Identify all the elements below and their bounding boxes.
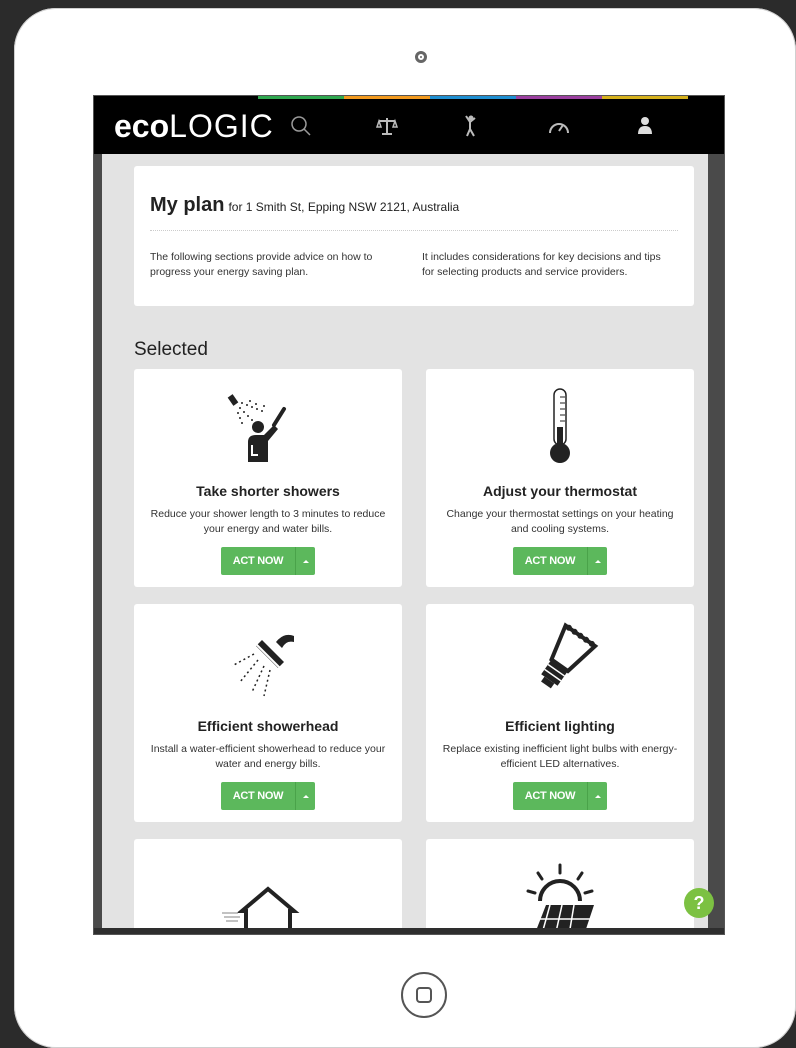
action-card: Efficient lighting Replace existing inef… [426,604,694,822]
logo-bold-text: eco [114,108,170,144]
act-now-button[interactable]: ACT NOW [221,782,295,810]
plan-description-left: The following sections provide advice on… [150,251,373,278]
card-description: Change your thermostat settings on your … [446,508,674,535]
screen-gutter-left [94,96,102,934]
nav-color-strip [602,96,688,99]
page-title: My plan for 1 Smith St, Epping NSW 2121, … [150,194,459,217]
shower-person-icon [218,387,318,467]
home-button[interactable] [401,972,447,1018]
plan-title: My plan [150,194,225,216]
nav-color-strip [258,96,344,99]
act-now-button[interactable]: ACT NOW [513,782,587,810]
dropdown-toggle-button[interactable] [587,782,607,810]
plan-address: for 1 Smith St, Epping NSW 2121, Austral… [228,200,460,214]
scales-icon[interactable] [372,112,402,140]
help-icon: ? [693,893,705,913]
action-card-partial [426,839,694,934]
user-icon[interactable] [630,112,660,140]
help-button[interactable]: ? [684,888,714,918]
screen-bottom-edge [94,928,724,934]
camera-icon [415,51,427,63]
act-now-button[interactable]: ACT NOW [513,547,587,575]
card-description: Install a water-efficient showerhead to … [150,743,386,770]
plan-content: My plan for 1 Smith St, Epping NSW 2121, … [134,166,694,306]
act-now-button-group: ACT NOW [513,782,607,810]
ecologic-logo[interactable]: ecoLOGIC [114,110,274,142]
search-icon[interactable] [286,112,316,140]
home-square-icon [416,987,432,1003]
house-insulation-icon [218,883,318,934]
action-card-partial [134,839,402,934]
dropdown-toggle-button[interactable] [295,547,315,575]
action-card: Take shorter showers Reduce your shower … [134,369,402,587]
act-now-button-group: ACT NOW [221,782,315,810]
top-navbar: ecoLOGIC [94,96,724,154]
logo-thin-text: LOGIC [169,108,274,144]
dropdown-toggle-button[interactable] [587,547,607,575]
act-now-button-group: ACT NOW [221,547,315,575]
plan-intro-card: My plan for 1 Smith St, Epping NSW 2121, … [134,166,694,306]
card-title: Efficient showerhead [197,718,339,734]
person-icon[interactable] [456,112,486,140]
nav-color-strip [430,96,516,99]
thermometer-icon [510,387,610,467]
card-description: Replace existing inefficient light bulbs… [442,743,678,770]
solar-panel-icon [510,861,610,934]
act-now-button-group: ACT NOW [513,547,607,575]
nav-color-strip [344,96,430,99]
card-description: Reduce your shower length to 3 minutes t… [150,508,386,535]
action-card: Efficient showerhead Install a water-eff… [134,604,402,822]
plan-description-right: It includes considerations for key decis… [422,251,661,278]
card-title: Take shorter showers [196,483,340,499]
led-bulb-icon [510,622,610,702]
card-title: Adjust your thermostat [482,483,637,499]
act-now-button[interactable]: ACT NOW [221,547,295,575]
card-title: Efficient lighting [505,718,615,734]
screen-gutter-right [708,96,724,934]
dropdown-toggle-button[interactable] [295,782,315,810]
nav-color-strip [516,96,602,99]
section-title-selected: Selected [134,339,208,360]
gauge-icon[interactable] [544,112,574,140]
action-card: Adjust your thermostat Change your therm… [426,369,694,587]
divider [150,230,678,231]
showerhead-icon [218,622,318,702]
app-screen: ecoLOGIC My plan for 1 Smith St, Epping … [94,96,724,934]
